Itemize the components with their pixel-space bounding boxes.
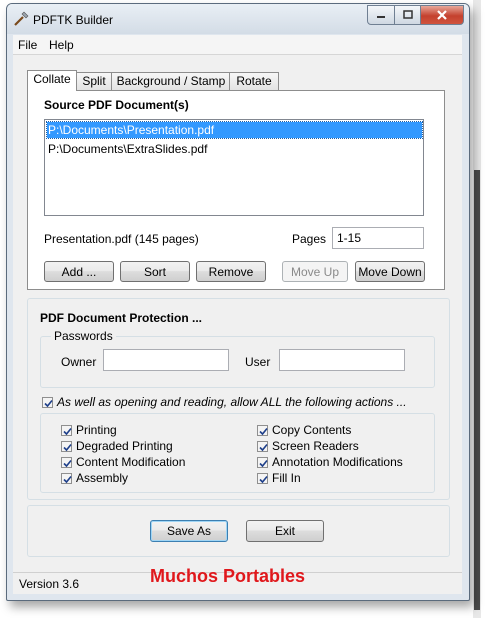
minimize-button[interactable]	[367, 5, 395, 25]
user-label: User	[245, 355, 271, 369]
move-down-button[interactable]: Move Down	[355, 261, 425, 282]
passwords-group: Passwords Owner User	[40, 329, 435, 388]
passwords-label: Passwords	[51, 329, 116, 343]
tab-split[interactable]: Split	[75, 72, 113, 90]
permissions-group: Printing Degraded Printing Content Modif…	[40, 413, 435, 493]
screen-readers-label[interactable]: Screen Readers	[272, 439, 359, 453]
printing-checkbox[interactable]	[61, 425, 72, 436]
minimize-icon	[377, 16, 385, 18]
checkmark-icon	[63, 459, 72, 468]
close-button[interactable]	[421, 5, 464, 25]
menu-help[interactable]: Help	[49, 38, 74, 52]
maximize-button[interactable]	[395, 5, 421, 25]
move-up-button[interactable]: Move Up	[282, 261, 348, 282]
printing-label[interactable]: Printing	[76, 423, 117, 437]
sort-button[interactable]: Sort	[120, 261, 190, 282]
source-section-title: Source PDF Document(s)	[44, 98, 189, 112]
checkmark-icon	[259, 443, 268, 452]
fill-in-label[interactable]: Fill In	[272, 471, 301, 485]
screen-readers-checkbox[interactable]	[257, 441, 268, 452]
allow-all-checkbox[interactable]	[42, 397, 53, 408]
allow-all-label[interactable]: As well as opening and reading, allow AL…	[57, 395, 407, 409]
assembly-checkbox[interactable]	[61, 473, 72, 484]
owner-label: Owner	[61, 355, 97, 369]
checkmark-icon	[63, 475, 72, 484]
assembly-label[interactable]: Assembly	[76, 471, 128, 485]
annotation-modifications-checkbox[interactable]	[257, 457, 268, 468]
annotation-modifications-label[interactable]: Annotation Modifications	[272, 455, 403, 469]
protection-title: PDF Document Protection ...	[40, 311, 203, 325]
selected-file-info: Presentation.pdf (145 pages)	[44, 232, 199, 246]
menu-bar: File Help	[13, 35, 462, 55]
protection-panel: PDF Document Protection ... Passwords Ow…	[27, 298, 450, 500]
degraded-printing-checkbox[interactable]	[61, 441, 72, 452]
watermark-text: Muchos Portables	[150, 566, 306, 586]
list-item[interactable]: P:\Documents\ExtraSlides.pdf	[47, 141, 422, 157]
content-modification-label[interactable]: Content Modification	[76, 455, 185, 469]
tab-rotate[interactable]: Rotate	[229, 72, 279, 90]
copy-contents-checkbox[interactable]	[257, 425, 268, 436]
menu-file[interactable]: File	[18, 38, 37, 52]
close-icon	[437, 10, 447, 20]
add-button[interactable]: Add ...	[44, 261, 114, 282]
list-item[interactable]: P:\Documents\Presentation.pdf	[46, 121, 423, 139]
fill-in-checkbox[interactable]	[257, 473, 268, 484]
pages-input[interactable]: 1-15	[332, 227, 424, 249]
action-panel: Save As Exit	[27, 505, 450, 557]
user-password-field[interactable]	[279, 349, 405, 371]
title-bar[interactable]: PDFTK Builder	[7, 4, 469, 34]
checkmark-icon	[63, 427, 72, 436]
copy-contents-label[interactable]: Copy Contents	[272, 423, 351, 437]
source-file-list[interactable]: P:\Documents\Presentation.pdf P:\Documen…	[44, 119, 424, 216]
save-as-button[interactable]: Save As	[150, 520, 228, 542]
client-area: Collate Split Background / Stamp Rotate …	[13, 55, 462, 593]
degraded-printing-label[interactable]: Degraded Printing	[76, 439, 173, 453]
page-scrollbar-thumb[interactable]	[474, 170, 480, 610]
tab-collate[interactable]: Collate	[27, 70, 77, 91]
checkmark-icon	[259, 459, 268, 468]
collate-panel: Source PDF Document(s) P:\Documents\Pres…	[27, 90, 445, 290]
version-label: Version 3.6	[19, 577, 80, 591]
maximize-icon	[402, 10, 413, 19]
app-window: PDFTK Builder File Help Collate Split Ba…	[6, 3, 470, 601]
checkmark-icon	[63, 443, 72, 452]
pages-label: Pages	[292, 232, 327, 246]
content-modification-checkbox[interactable]	[61, 457, 72, 468]
owner-password-field[interactable]	[103, 349, 229, 371]
checkmark-icon	[259, 427, 268, 436]
exit-button[interactable]: Exit	[246, 520, 324, 542]
checkmark-icon	[44, 399, 53, 408]
remove-button[interactable]: Remove	[196, 261, 266, 282]
window-title: PDFTK Builder	[33, 13, 114, 27]
checkmark-icon	[259, 475, 268, 484]
tab-background-stamp[interactable]: Background / Stamp	[111, 72, 231, 90]
app-wrench-icon	[14, 11, 29, 26]
